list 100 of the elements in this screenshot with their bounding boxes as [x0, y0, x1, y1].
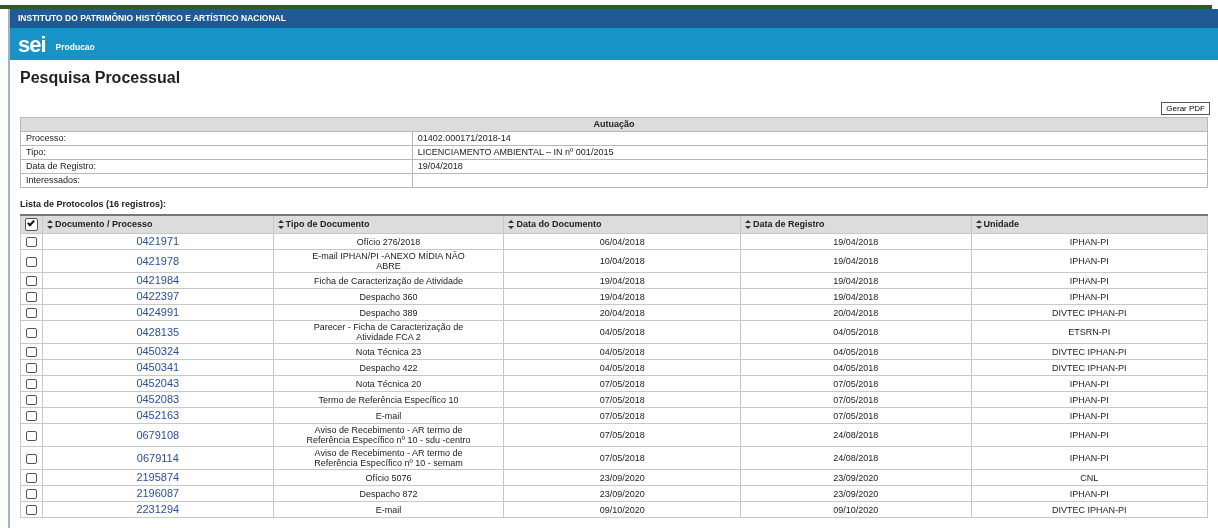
document-date: 04/05/2018	[599, 362, 645, 373]
document-date: 04/05/2018	[599, 346, 645, 357]
row-checkbox[interactable]	[26, 308, 37, 319]
document-type: E-mail IPHAN/PI -ANEXO MÍDIA NÃO ABRE	[312, 251, 465, 272]
document-type: Despacho 389	[359, 307, 418, 318]
registration-date: 07/05/2018	[833, 410, 879, 421]
unit-name: IPHAN-PI	[1069, 410, 1109, 421]
document-link[interactable]: 0422397	[136, 290, 180, 303]
document-link[interactable]: 2196087	[136, 487, 180, 500]
row-checkbox[interactable]	[26, 430, 37, 441]
document-date: 23/09/2020	[599, 472, 645, 483]
sort-icon[interactable]	[277, 217, 284, 232]
unit-name: DIVTEC IPHAN-PI	[1052, 307, 1127, 318]
document-link[interactable]: 0428135	[136, 325, 180, 338]
registration-date: 07/05/2018	[833, 394, 879, 405]
field-label: Tipo:	[20, 145, 413, 160]
select-all-checkbox[interactable]	[25, 218, 38, 232]
document-link[interactable]: 0450341	[136, 361, 180, 374]
unit-name: DIVTEC IPHAN-PI	[1052, 362, 1127, 373]
document-link[interactable]: 0452043	[136, 377, 180, 390]
document-link[interactable]: 0421984	[136, 274, 180, 287]
generate-pdf-button[interactable]: Gerar PDF	[1161, 101, 1210, 116]
list-caption: Lista de Protocolos (16 registros):	[20, 198, 168, 212]
document-type: E-mail	[375, 504, 402, 515]
row-checkbox[interactable]	[26, 411, 37, 422]
column-header[interactable]: Unidade	[983, 218, 1020, 229]
document-date: 20/04/2018	[599, 307, 645, 318]
document-date: 04/05/2018	[599, 327, 645, 338]
unit-name: IPHAN-PI	[1069, 453, 1109, 464]
document-link[interactable]: 0679108	[136, 428, 180, 441]
row-checkbox[interactable]	[26, 292, 37, 303]
unit-name: IPHAN-PI	[1069, 236, 1109, 247]
column-header[interactable]: Data do Documento	[516, 218, 602, 229]
row-checkbox[interactable]	[26, 276, 37, 287]
document-link[interactable]: 0421978	[136, 254, 180, 267]
document-type: Nota Técnica 23	[355, 346, 422, 357]
unit-name: IPHAN-PI	[1069, 430, 1109, 441]
registration-date: 04/05/2018	[833, 346, 879, 357]
registration-date: 23/09/2020	[833, 472, 879, 483]
registration-date: 19/04/2018	[833, 275, 879, 286]
document-type: Despacho 360	[359, 291, 418, 302]
document-link[interactable]: 0452083	[136, 393, 180, 406]
document-link[interactable]: 0424991	[136, 306, 180, 319]
sort-icon[interactable]	[508, 217, 515, 232]
row-checkbox[interactable]	[26, 379, 37, 390]
document-link[interactable]: 0679114	[136, 451, 179, 464]
row-checkbox[interactable]	[26, 327, 37, 338]
document-link[interactable]: 2195874	[136, 471, 180, 484]
page-title: Pesquisa Processual	[20, 67, 182, 88]
field-label: Data de Registro:	[20, 159, 413, 174]
unit-name: IPHAN-PI	[1069, 488, 1109, 499]
document-date: 19/04/2018	[599, 291, 645, 302]
row-checkbox[interactable]	[26, 363, 37, 374]
row-checkbox[interactable]	[26, 256, 37, 267]
field-label: Processo:	[20, 131, 413, 146]
document-date: 23/09/2020	[599, 488, 645, 499]
document-type: E-mail	[375, 410, 402, 421]
row-checkbox[interactable]	[26, 489, 37, 500]
registration-date: 24/08/2018	[833, 453, 879, 464]
row-checkbox[interactable]	[26, 505, 37, 516]
sort-icon[interactable]	[975, 217, 982, 232]
unit-name: DIVTEC IPHAN-PI	[1052, 504, 1127, 515]
document-type: Despacho 422	[359, 362, 418, 373]
document-link[interactable]: 2231294	[136, 503, 180, 516]
field-value: 01402.000171/2018-14	[412, 131, 1208, 146]
document-date: 07/05/2018	[599, 430, 645, 441]
section-header: Autuação	[20, 117, 1208, 132]
document-type: Despacho 872	[359, 488, 418, 499]
document-link[interactable]: 0452163	[136, 409, 180, 422]
field-value: 19/04/2018	[412, 159, 1208, 174]
unit-name: IPHAN-PI	[1069, 291, 1109, 302]
registration-date: 19/04/2018	[833, 236, 879, 247]
registration-date: 19/04/2018	[833, 291, 879, 302]
document-link[interactable]: 0450324	[136, 345, 180, 358]
document-link[interactable]: 0421971	[136, 235, 180, 248]
document-date: 07/05/2018	[599, 378, 645, 389]
row-checkbox[interactable]	[26, 453, 37, 464]
registration-date: 24/08/2018	[833, 430, 879, 441]
sort-icon[interactable]	[47, 217, 53, 232]
document-type: Parecer - Ficha de Caracterização de Atividade FCA 2	[313, 322, 464, 343]
unit-name: ETSRN-PI	[1068, 327, 1111, 338]
document-date: 07/05/2018	[599, 394, 645, 405]
row-checkbox[interactable]	[26, 473, 37, 484]
document-type: Ofício 5076	[365, 472, 412, 483]
column-header[interactable]: Data de Registro	[752, 218, 825, 229]
sei-logo: sei	[18, 33, 46, 56]
row-checkbox[interactable]	[26, 237, 37, 248]
registration-date: 09/10/2020	[833, 504, 879, 515]
document-date: 07/05/2018	[599, 453, 645, 464]
sort-icon[interactable]	[744, 217, 751, 232]
row-checkbox[interactable]	[26, 347, 37, 358]
registration-date: 04/05/2018	[833, 327, 879, 338]
document-type: Ofício 276/2018	[356, 236, 421, 247]
document-date: 09/10/2020	[599, 504, 645, 515]
document-type: Termo de Referência Específico 10	[318, 394, 459, 405]
unit-name: DIVTEC IPHAN-PI	[1052, 346, 1127, 357]
document-type: Nota Técnica 20	[355, 378, 422, 389]
document-date: 19/04/2018	[599, 275, 645, 286]
unit-name: IPHAN-PI	[1069, 256, 1109, 267]
row-checkbox[interactable]	[26, 395, 37, 406]
